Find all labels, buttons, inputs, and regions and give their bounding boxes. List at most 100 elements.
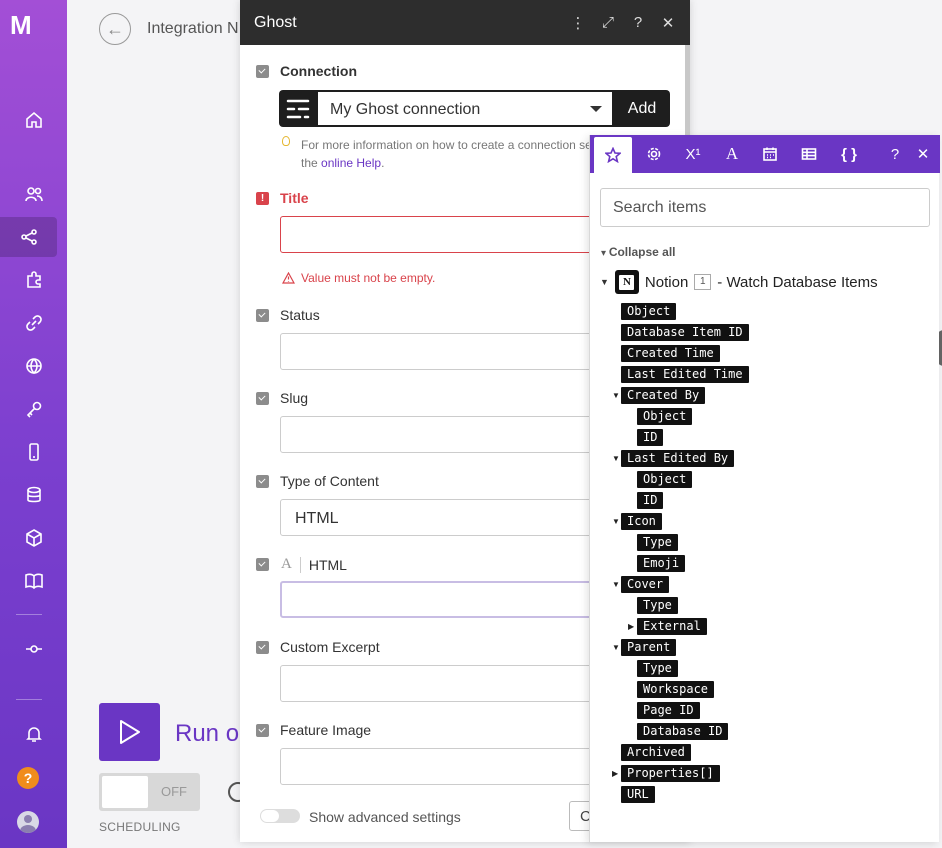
expand-triangle-icon[interactable]: ▼ (612, 454, 620, 463)
keys-icon[interactable] (0, 389, 67, 429)
mapping-item[interactable]: Created By (621, 387, 706, 404)
divider (299, 556, 301, 573)
title-input[interactable] (280, 216, 600, 253)
feature-checkbox[interactable] (256, 724, 269, 737)
gear-icon[interactable] (635, 135, 673, 173)
connection-dropdown[interactable]: My Ghost connection (318, 92, 612, 125)
expand-icon[interactable]: ⤢ (600, 14, 616, 31)
webhooks-icon[interactable] (0, 346, 67, 386)
mapping-item[interactable]: URL (621, 786, 655, 803)
html-checkbox[interactable] (256, 558, 269, 571)
collapsed-triangle-icon[interactable]: ▶ (628, 622, 634, 631)
mapping-item[interactable]: Last Edited By (621, 450, 735, 467)
mapping-item[interactable]: Properties[] (621, 765, 720, 782)
collapsed-triangle-icon[interactable]: ▶ (612, 769, 618, 778)
expand-triangle-icon[interactable]: ▼ (612, 580, 620, 589)
expand-triangle-icon[interactable]: ▼ (612, 391, 620, 400)
table-icon[interactable] (790, 135, 828, 173)
html-label: HTML (308, 556, 347, 573)
avatar[interactable] (17, 811, 39, 833)
status-checkbox[interactable] (256, 309, 269, 322)
mapping-item[interactable]: Type (637, 597, 678, 614)
html-input[interactable] (280, 581, 600, 618)
status-input[interactable] (280, 333, 600, 370)
warning-icon (282, 272, 295, 284)
mapping-item[interactable]: External (637, 618, 707, 635)
mapping-item[interactable]: Object (621, 303, 677, 320)
mapping-item[interactable]: ID (637, 492, 664, 509)
mapping-item[interactable]: Page ID (637, 702, 700, 719)
panel-header: Ghost ⋮ ⤢ ? ✕ (240, 0, 690, 45)
more-options-icon[interactable]: ⋮ (570, 14, 586, 32)
scenarios-icon[interactable] (0, 217, 57, 257)
type-checkbox[interactable] (256, 475, 269, 488)
notion-icon: N (614, 270, 639, 294)
back-button[interactable]: ← (99, 13, 131, 45)
type-select[interactable]: HTML (280, 499, 600, 536)
close-icon[interactable]: ✕ (660, 14, 676, 32)
close-icon[interactable]: ✕ (904, 135, 942, 173)
mapping-item[interactable]: Last Edited Time (621, 366, 749, 383)
help-icon[interactable]: ? (630, 14, 646, 31)
help-icon[interactable]: ? (17, 767, 39, 789)
docs-icon[interactable] (0, 561, 67, 601)
team-icon[interactable] (0, 174, 67, 214)
mapping-item[interactable]: Type (637, 660, 678, 677)
excerpt-input[interactable] (280, 665, 600, 702)
connection-value: My Ghost connection (330, 101, 481, 118)
mapping-item[interactable]: Type (637, 534, 678, 551)
slug-checkbox[interactable] (256, 392, 269, 405)
module-number: 1 (694, 274, 712, 290)
status-label: Status (280, 307, 320, 323)
mapping-item[interactable]: Cover (621, 576, 670, 593)
connection-checkbox[interactable] (256, 65, 269, 78)
text-icon[interactable]: A (713, 135, 751, 173)
home-icon[interactable] (0, 100, 67, 140)
mapping-item[interactable]: Created Time (621, 345, 720, 362)
datastructures-icon[interactable] (0, 518, 67, 558)
mapping-item[interactable]: Workspace (637, 681, 715, 698)
flow-icon[interactable] (0, 629, 67, 669)
mapping-item[interactable]: Parent (621, 639, 677, 656)
star-icon[interactable] (594, 137, 632, 173)
scheduling-label: SCHEDULING (99, 820, 181, 834)
online-help-link[interactable]: online Help (321, 156, 381, 170)
devices-icon[interactable] (0, 432, 67, 472)
mapping-item[interactable]: Emoji (637, 555, 686, 572)
excerpt-checkbox[interactable] (256, 641, 269, 654)
mapping-item[interactable]: Object (637, 471, 693, 488)
make-logo[interactable]: M (10, 10, 48, 40)
datastores-icon[interactable] (0, 475, 67, 515)
braces-icon[interactable]: { } (830, 135, 868, 173)
module-header[interactable]: ▼ N Notion 1 - Watch Database Items (600, 270, 878, 294)
expand-triangle-icon[interactable]: ▼ (612, 517, 620, 526)
run-once-button[interactable] (99, 703, 160, 761)
scheduling-toggle[interactable]: OFF (99, 773, 200, 811)
mapping-item[interactable]: Icon (621, 513, 662, 530)
feature-label: Feature Image (280, 722, 372, 738)
left-nav: M ? (0, 0, 67, 848)
slug-input[interactable] (280, 416, 600, 453)
title-error: Value must not be empty. (282, 271, 435, 285)
notifications-icon[interactable] (0, 714, 67, 754)
mapping-item[interactable]: Database Item ID (621, 324, 749, 341)
advanced-settings-toggle[interactable] (260, 809, 300, 823)
mapping-item[interactable]: ID (637, 429, 664, 446)
hint-end: . (381, 156, 385, 170)
toggle-label: OFF (161, 784, 187, 799)
expand-triangle-icon[interactable]: ▼ (612, 643, 620, 652)
mapping-item[interactable]: Archived (621, 744, 691, 761)
math-icon[interactable]: X¹ (674, 135, 712, 173)
mapping-panel: X¹ A { } ? ✕ Search items Collapse all ▼… (589, 135, 942, 842)
panel-title: Ghost (254, 13, 297, 31)
search-input[interactable]: Search items (600, 188, 930, 227)
mapping-item[interactable]: Database ID (637, 723, 729, 740)
mapping-item[interactable]: Object (637, 408, 693, 425)
collapse-all-button[interactable]: Collapse all (601, 245, 676, 259)
apps-icon[interactable] (0, 260, 67, 300)
chevron-down-icon (590, 106, 602, 112)
calendar-icon[interactable] (751, 135, 789, 173)
feature-input[interactable] (280, 748, 600, 785)
add-connection-button[interactable]: Add (614, 90, 670, 127)
connections-icon[interactable] (0, 303, 67, 343)
